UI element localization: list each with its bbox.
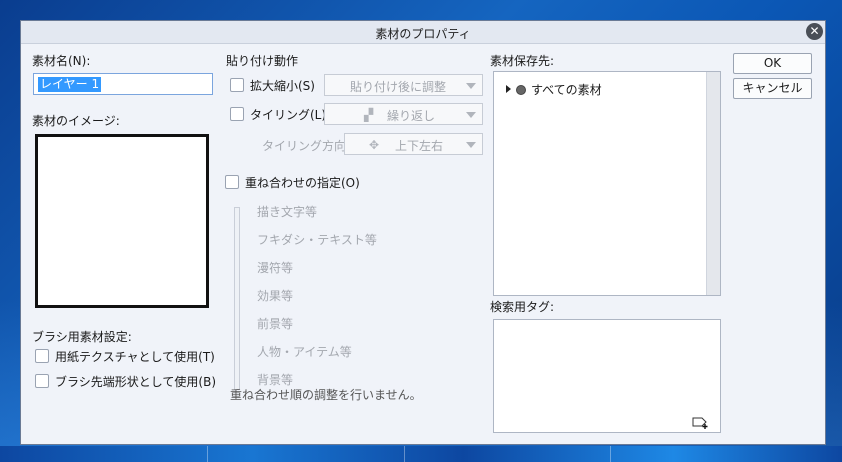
chevron-down-icon	[466, 112, 476, 118]
tiling-label: タイリング(L)	[250, 108, 327, 122]
tiling-checkbox[interactable]	[230, 107, 244, 121]
chevron-down-icon	[466, 142, 476, 148]
chevron-down-icon	[466, 83, 476, 89]
brush-settings-label: ブラシ用素材設定:	[32, 330, 132, 344]
tiling-repeat-icon: ▞	[364, 108, 374, 122]
overlay-item: 効果等	[257, 289, 294, 303]
paper-texture-label: 用紙テクスチャとして使用(T)	[55, 350, 215, 364]
close-button[interactable]: ✕	[806, 23, 823, 40]
scale-dropdown[interactable]: 貼り付け後に調整	[324, 74, 483, 96]
material-image-preview	[35, 134, 209, 308]
scale-dropdown-value: 貼り付け後に調整	[350, 80, 447, 94]
brush-tip-label: ブラシ先端形状として使用(B)	[55, 375, 216, 389]
overlay-item: 前景等	[257, 317, 294, 331]
material-image-label: 素材のイメージ:	[32, 114, 120, 128]
overlay-label: 重ね合わせの指定(O)	[245, 176, 360, 190]
add-tag-icon[interactable]	[692, 415, 710, 429]
overlay-checkbox[interactable]	[225, 175, 239, 189]
expand-arrow-icon[interactable]	[506, 85, 511, 93]
brush-tip-checkbox[interactable]	[35, 374, 49, 388]
save-location-tree[interactable]: すべての素材	[493, 71, 721, 296]
scale-label: 拡大縮小(S)	[250, 79, 315, 93]
title-bar: 素材のプロパティ ✕	[21, 21, 825, 44]
search-tag-area[interactable]	[493, 319, 721, 433]
tiling-direction-label: タイリング方向:	[262, 139, 351, 153]
overlay-note: 重ね合わせ順の調整を行いません。	[230, 388, 422, 402]
direction-arrows-icon: ✥	[369, 138, 380, 152]
search-tag-label: 検索用タグ:	[490, 300, 555, 314]
material-name-label: 素材名(N):	[32, 54, 91, 68]
dialog-title: 素材のプロパティ	[375, 27, 471, 41]
tiling-dropdown-value: 繰り返し	[387, 109, 436, 123]
tree-item-label: すべての素材	[531, 83, 602, 97]
overlay-item: 描き文字等	[257, 205, 318, 219]
scale-checkbox[interactable]	[230, 78, 244, 92]
material-name-value: レイヤー 1	[38, 77, 102, 92]
overlay-item: 漫符等	[257, 261, 294, 275]
tiling-direction-value: 上下左右	[395, 139, 444, 153]
overlay-item: 人物・アイテム等	[257, 345, 352, 359]
material-properties-dialog: 素材のプロパティ ✕ 素材名(N): レイヤー 1 素材のイメージ: ブラシ用素…	[20, 20, 826, 445]
taskbar	[0, 446, 842, 462]
tiling-dropdown[interactable]: ▞ 繰り返し	[324, 103, 483, 125]
paper-texture-checkbox[interactable]	[35, 349, 49, 363]
save-location-label: 素材保存先:	[490, 54, 555, 68]
material-name-input[interactable]: レイヤー 1	[33, 73, 213, 95]
tree-item-all-materials[interactable]: すべての素材	[506, 81, 602, 98]
paste-behavior-label: 貼り付け動作	[226, 54, 299, 68]
overlay-order-track	[234, 207, 240, 390]
folder-dot-icon	[516, 85, 526, 95]
ok-button[interactable]: OK	[733, 53, 812, 74]
overlay-item: フキダシ・テキスト等	[257, 233, 377, 247]
tree-scrollbar[interactable]	[706, 72, 720, 295]
tiling-direction-dropdown[interactable]: ✥ 上下左右	[344, 133, 483, 155]
cancel-button[interactable]: キャンセル	[733, 78, 812, 99]
